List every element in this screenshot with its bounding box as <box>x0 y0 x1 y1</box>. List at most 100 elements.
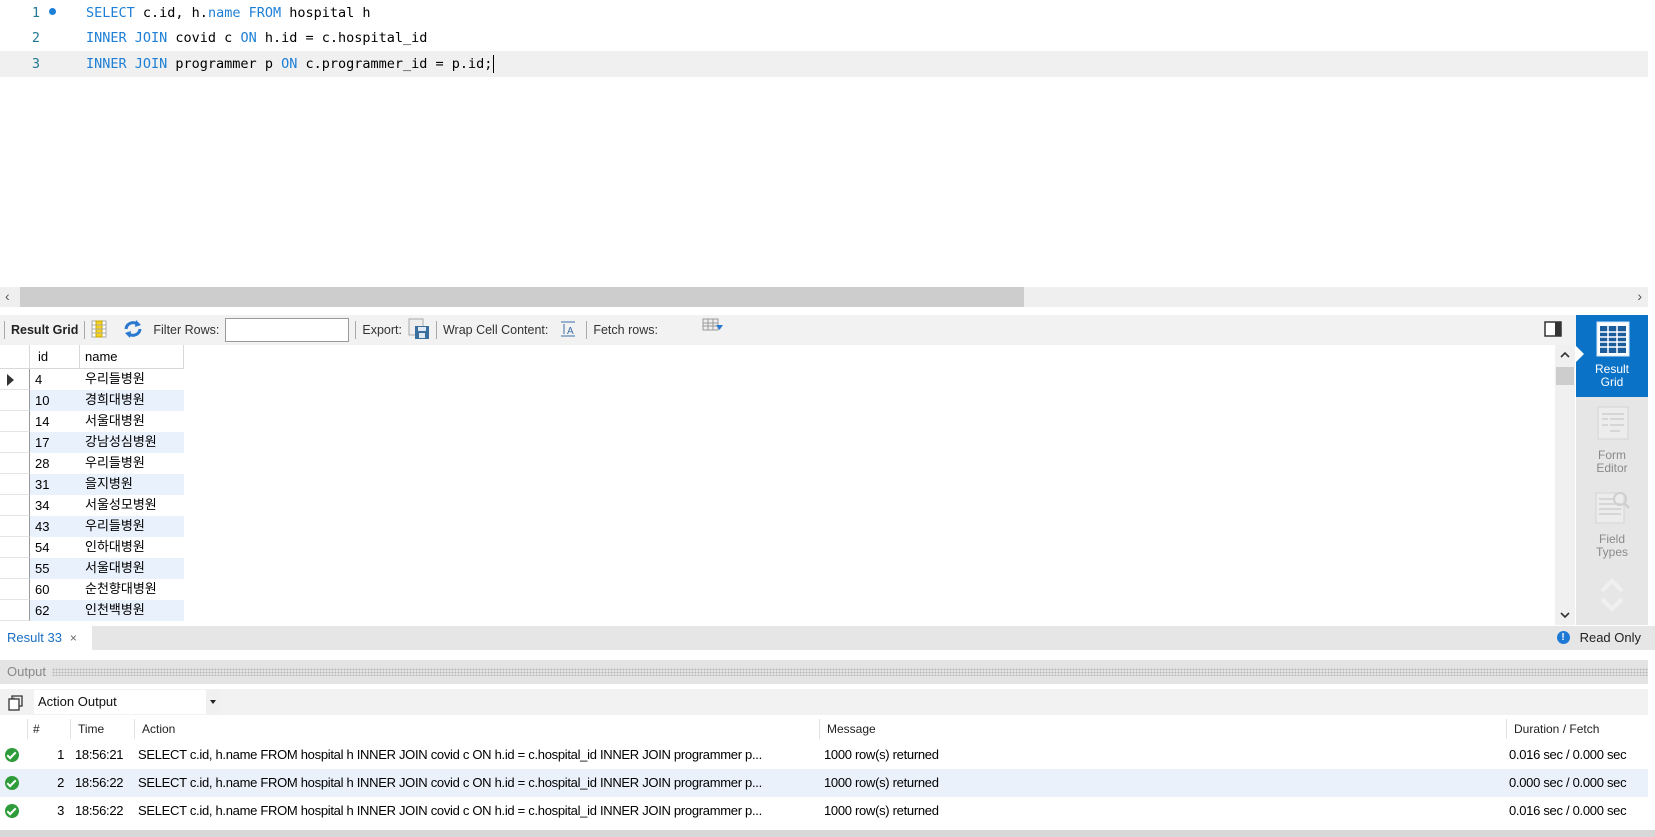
cell-name[interactable]: 우리들병원 <box>80 453 184 474</box>
column-header-id[interactable]: id <box>30 345 80 369</box>
result-grid-view-button[interactable]: Result Grid <box>1575 315 1648 397</box>
output-type-select[interactable]: Action Output <box>34 690 220 714</box>
scrollbar-thumb[interactable] <box>1556 367 1574 385</box>
cell-id[interactable]: 62 <box>30 600 80 621</box>
column-header-duration[interactable]: Duration / Fetch <box>1514 717 1599 741</box>
cell-name[interactable]: 경희대병원 <box>80 390 184 411</box>
output-panel-header[interactable]: Output <box>0 660 1648 684</box>
cell-name[interactable]: 서울대병원 <box>80 558 184 579</box>
copy-icon[interactable] <box>8 694 25 711</box>
row-selector[interactable] <box>0 390 30 411</box>
cell-id[interactable]: 14 <box>30 411 80 432</box>
column-header-name[interactable]: name <box>80 345 184 369</box>
sql-editor[interactable]: 1 SELECT c.id, h.name FROM hospital h 2 … <box>0 0 1655 285</box>
table-row[interactable]: 4 우리들병원 <box>0 369 184 390</box>
row-selector[interactable] <box>0 579 30 600</box>
editor-horizontal-scrollbar[interactable]: ‹ › <box>0 287 1648 307</box>
cell-name[interactable]: 서울성모병원 <box>80 495 184 516</box>
cell-name[interactable]: 강남성심병원 <box>80 432 184 453</box>
row-selector[interactable] <box>0 411 30 432</box>
table-row[interactable]: 55 서울대병원 <box>0 558 184 579</box>
table-row[interactable]: 54 인하대병원 <box>0 537 184 558</box>
success-icon <box>5 804 19 818</box>
cell-name[interactable]: 을지병원 <box>80 474 184 495</box>
column-grid-icon[interactable] <box>91 320 107 341</box>
output-duration: 0.016 sec / 0.000 sec <box>1509 747 1627 762</box>
table-row[interactable]: 10 경희대병원 <box>0 390 184 411</box>
code-line-3[interactable]: 3 INNER JOIN programmer p ON c.programme… <box>0 51 1648 77</box>
result-grid-view-label: Result Grid <box>1594 362 1629 389</box>
divider <box>355 321 357 339</box>
cell-id[interactable]: 43 <box>30 516 80 537</box>
column-header-time[interactable]: Time <box>78 717 104 741</box>
cell-name[interactable]: 우리들병원 <box>80 516 184 537</box>
tab-result-33[interactable]: Result 33 × <box>0 626 92 650</box>
cell-name[interactable]: 순천향대병원 <box>80 579 184 600</box>
cell-id[interactable]: 17 <box>30 432 80 453</box>
scroll-right-icon[interactable]: › <box>1637 288 1642 304</box>
cell-id[interactable]: 31 <box>30 474 80 495</box>
cell-id[interactable]: 34 <box>30 495 80 516</box>
sql-text: c.id, h. <box>134 5 208 21</box>
refresh-icon[interactable] <box>123 319 143 341</box>
table-row[interactable]: 17 강남성심병원 <box>0 432 184 453</box>
scroll-left-icon[interactable]: ‹ <box>5 288 10 304</box>
code-line-1[interactable]: 1 SELECT c.id, h.name FROM hospital h <box>0 0 1648 26</box>
table-row[interactable]: 62 인천백병원 <box>0 600 184 621</box>
scroll-down-icon[interactable] <box>1560 611 1570 619</box>
table-row[interactable]: 60 순천향대병원 <box>0 579 184 600</box>
column-header-message[interactable]: Message <box>827 717 876 741</box>
code-line-2[interactable]: 2 INNER JOIN covid c ON h.id = c.hospita… <box>0 25 1648 51</box>
filter-rows-input[interactable] <box>225 318 350 342</box>
cell-name[interactable]: 인하대병원 <box>80 537 184 558</box>
form-editor-view-button[interactable]: Form Editor <box>1576 401 1648 483</box>
column-header-action[interactable]: Action <box>142 717 175 741</box>
output-message: 1000 row(s) returned <box>824 803 939 818</box>
row-selector[interactable] <box>0 600 30 621</box>
cell-name[interactable]: 서울대병원 <box>80 411 184 432</box>
row-selector[interactable] <box>0 432 30 453</box>
row-selector[interactable] <box>0 453 30 474</box>
table-row[interactable]: 14 서울대병원 <box>0 411 184 432</box>
cell-id[interactable]: 55 <box>30 558 80 579</box>
row-selector[interactable] <box>0 516 30 537</box>
cell-name[interactable]: 인천백병원 <box>80 600 184 621</box>
grid-vertical-scrollbar[interactable] <box>1555 345 1575 625</box>
table-row[interactable]: 31 을지병원 <box>0 474 184 495</box>
column-divider <box>134 719 135 739</box>
table-row[interactable]: 34 서울성모병원 <box>0 495 184 516</box>
sql-keyword: FROM <box>248 5 282 21</box>
cell-id[interactable]: 54 <box>30 537 80 558</box>
table-row[interactable]: 28 우리들병원 <box>0 453 184 474</box>
cell-id[interactable]: 10 <box>30 390 80 411</box>
cell-id[interactable]: 28 <box>30 453 80 474</box>
toggle-panel-icon[interactable] <box>1544 320 1562 340</box>
wrap-text-icon[interactable]: A <box>560 321 576 340</box>
cell-id[interactable]: 60 <box>30 579 80 600</box>
cell-id[interactable]: 4 <box>30 369 80 390</box>
export-icon[interactable] <box>408 318 430 343</box>
side-panel-scroll-icon[interactable] <box>1599 577 1625 613</box>
field-types-view-button[interactable]: Field Types <box>1576 485 1648 567</box>
output-row[interactable]: 2 18:56:22 SELECT c.id, h.name FROM hospit… <box>0 769 1648 797</box>
row-selector[interactable] <box>0 474 30 495</box>
column-header-number[interactable]: # <box>33 717 40 741</box>
chevron-down-icon[interactable] <box>206 690 220 714</box>
row-selector[interactable] <box>0 558 30 579</box>
svg-text:A: A <box>567 326 574 337</box>
close-tab-icon[interactable]: × <box>70 631 77 645</box>
fetch-next-rows-icon[interactable] <box>702 318 724 337</box>
sql-keyword: name <box>207 5 241 21</box>
result-grid[interactable]: id name 4 우리들병원 10 경희대병원 14 서울대병원 17 강남성심병원 28 우리… <box>0 345 1555 625</box>
cell-name[interactable]: 우리들병원 <box>80 369 184 390</box>
scrollbar-thumb[interactable] <box>20 287 1024 307</box>
output-row[interactable]: 3 18:56:22 SELECT c.id, h.name FROM hospit… <box>0 797 1648 825</box>
row-selector[interactable] <box>0 537 30 558</box>
output-row[interactable]: 1 18:56:21 SELECT c.id, h.name FROM hospit… <box>0 741 1648 769</box>
scroll-up-icon[interactable] <box>1560 351 1570 359</box>
row-selector[interactable] <box>0 369 30 390</box>
fetch-rows-label: Fetch rows: <box>593 323 658 337</box>
table-row[interactable]: 43 우리들병원 <box>0 516 184 537</box>
panel-drag-handle[interactable] <box>52 668 1648 676</box>
row-selector[interactable] <box>0 495 30 516</box>
